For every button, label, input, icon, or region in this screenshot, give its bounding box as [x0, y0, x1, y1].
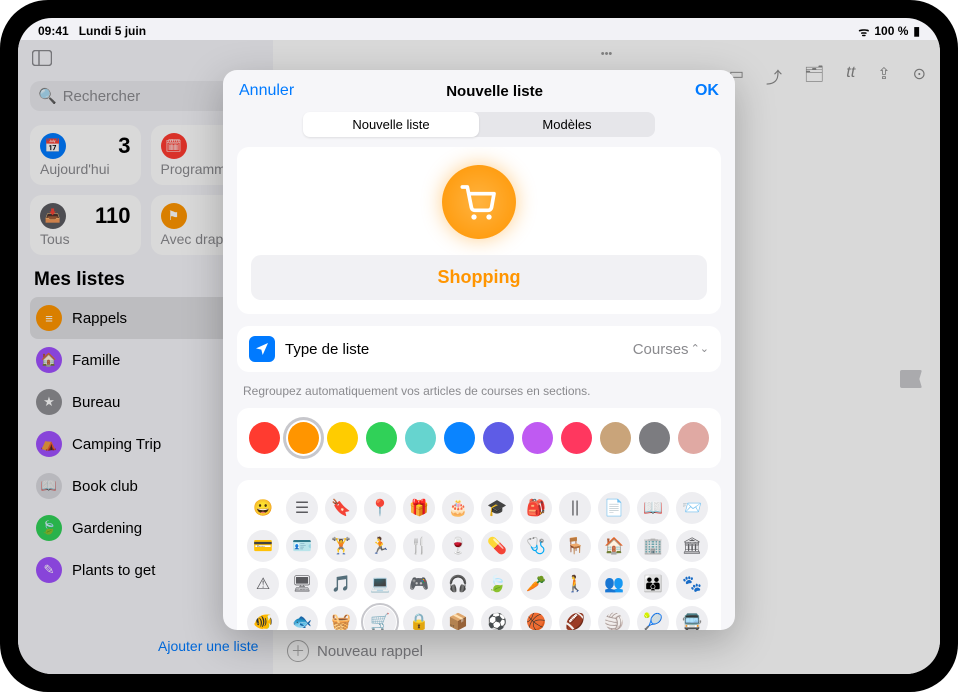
icon-option[interactable]: 🏐 [598, 606, 630, 630]
icon-option[interactable]: 🎂 [442, 492, 474, 524]
icon-option[interactable]: 📦 [442, 606, 474, 630]
segmented-control[interactable]: Nouvelle liste Modèles [303, 112, 655, 137]
icon-option[interactable]: 🏈 [559, 606, 591, 630]
icon-option[interactable]: 🎧 [442, 568, 474, 600]
list-type-row[interactable]: Type de liste Courses ⌃⌄ [237, 326, 721, 372]
color-swatch[interactable] [639, 422, 670, 454]
ok-button[interactable]: OK [695, 82, 719, 100]
icon-option[interactable]: 🎁 [403, 492, 435, 524]
color-swatch[interactable] [600, 422, 631, 454]
list-type-value: Courses [633, 341, 689, 358]
list-name-input[interactable] [251, 255, 707, 300]
icon-option[interactable]: 🎾 [637, 606, 669, 630]
icon-option[interactable]: 🪪 [286, 530, 318, 562]
icon-option[interactable]: 🔖 [325, 492, 357, 524]
chevron-updown-icon: ⌃⌄ [691, 344, 709, 355]
icon-option[interactable]: 🏋 [325, 530, 357, 562]
color-swatch[interactable] [522, 422, 553, 454]
new-list-modal: Annuler Nouvelle liste OK Nouvelle liste… [223, 70, 735, 630]
icon-option[interactable]: 🎵 [325, 568, 357, 600]
icon-option[interactable]: 🩺 [520, 530, 552, 562]
icon-option[interactable]: 🍴 [403, 530, 435, 562]
icon-option[interactable]: 🚍 [676, 606, 708, 630]
icon-option[interactable]: 🐟 [286, 606, 318, 630]
icon-option[interactable]: 📨 [676, 492, 708, 524]
icon-option[interactable]: 🪑 [559, 530, 591, 562]
icon-option[interactable]: 🔒 [403, 606, 435, 630]
color-swatch[interactable] [405, 422, 436, 454]
list-type-label: Type de liste [285, 341, 623, 358]
icon-option[interactable]: 📖 [637, 492, 669, 524]
icon-option[interactable]: 👪 [637, 568, 669, 600]
list-preview-icon [442, 165, 516, 239]
icon-option[interactable]: 🏀 [520, 606, 552, 630]
icon-option[interactable]: 🏛 [676, 530, 708, 562]
color-swatch[interactable] [483, 422, 514, 454]
color-swatch[interactable] [249, 422, 280, 454]
icon-option[interactable]: 🏠 [598, 530, 630, 562]
list-type-icon [249, 336, 275, 362]
tab-new-list[interactable]: Nouvelle liste [303, 112, 479, 137]
color-swatch[interactable] [288, 422, 319, 454]
icon-option[interactable]: ⚽ [481, 606, 513, 630]
icon-option[interactable]: 🎓 [481, 492, 513, 524]
icon-option[interactable]: 🏃 [364, 530, 396, 562]
icon-option[interactable]: 📍 [364, 492, 396, 524]
icon-option[interactable]: 😀 [247, 492, 279, 524]
color-swatch[interactable] [444, 422, 475, 454]
icon-option[interactable]: 💻 [364, 568, 396, 600]
color-swatch[interactable] [327, 422, 358, 454]
icon-option[interactable]: 🐠 [247, 606, 279, 630]
cancel-button[interactable]: Annuler [239, 82, 294, 100]
modal-title: Nouvelle liste [446, 83, 543, 100]
icon-option[interactable]: 💊 [481, 530, 513, 562]
icon-option[interactable]: ⚠ [247, 568, 279, 600]
icon-option[interactable]: 🍷 [442, 530, 474, 562]
icon-option[interactable]: 🚶 [559, 568, 591, 600]
list-type-hint: Regroupez automatiquement vos articles d… [237, 384, 721, 408]
icon-option[interactable]: 👥 [598, 568, 630, 600]
icon-option[interactable]: 🎮 [403, 568, 435, 600]
icon-option[interactable]: 💳 [247, 530, 279, 562]
icon-option[interactable]: || [559, 492, 591, 524]
icon-option[interactable]: 🧺 [325, 606, 357, 630]
icon-option[interactable]: 📄 [598, 492, 630, 524]
icon-option[interactable]: 🖥 [286, 568, 318, 600]
icon-option[interactable]: 🏢 [637, 530, 669, 562]
icon-option[interactable]: ☰ [286, 492, 318, 524]
color-swatch[interactable] [561, 422, 592, 454]
icon-option[interactable]: 🎒 [520, 492, 552, 524]
icon-option[interactable]: 🛒 [364, 606, 396, 630]
icon-option[interactable]: 🐾 [676, 568, 708, 600]
color-swatch[interactable] [366, 422, 397, 454]
tab-templates[interactable]: Modèles [479, 112, 655, 137]
color-swatch[interactable] [678, 422, 709, 454]
icon-option[interactable]: 🥕 [520, 568, 552, 600]
icon-option[interactable]: 🍃 [481, 568, 513, 600]
